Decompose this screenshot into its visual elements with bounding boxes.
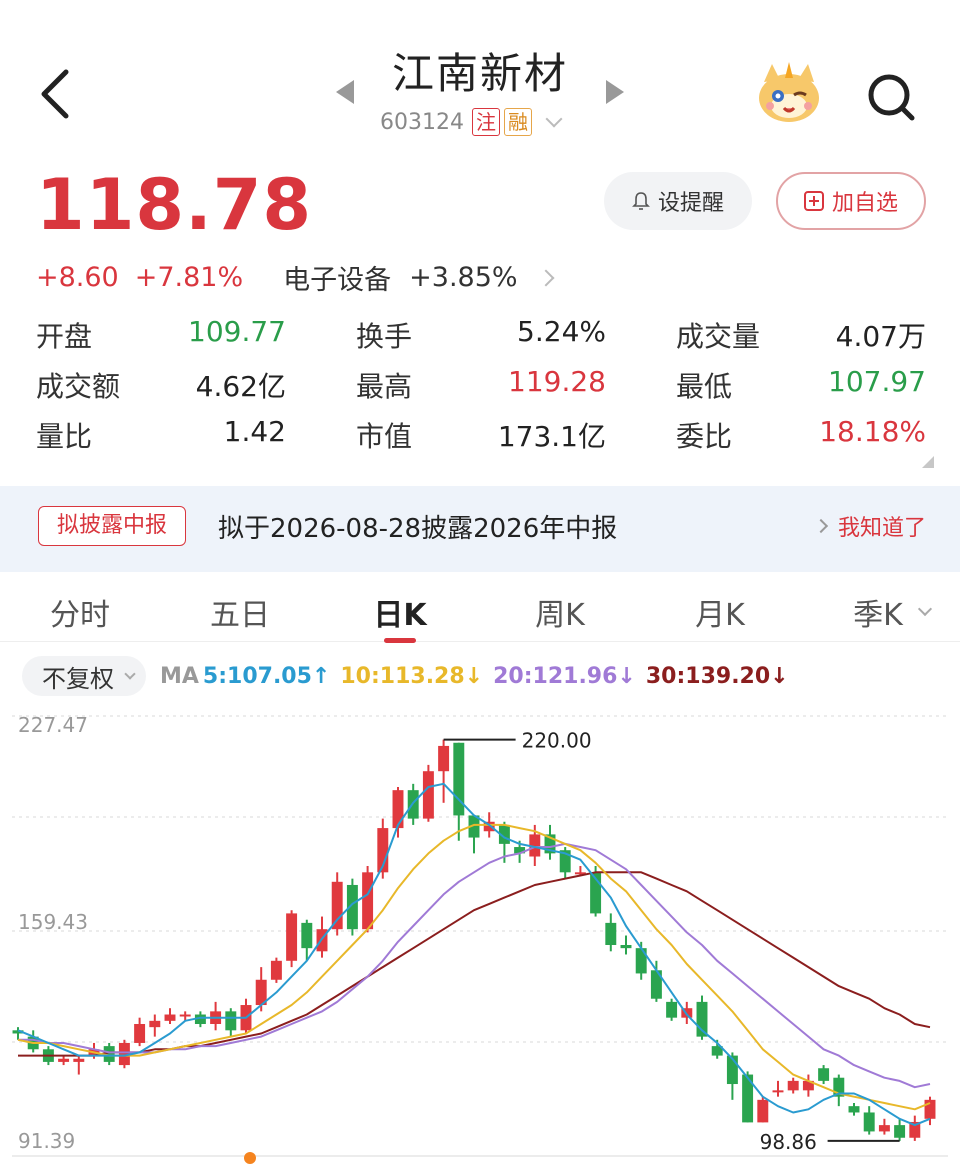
candle-body (757, 1099, 769, 1123)
last-price: 118.78 (36, 164, 313, 246)
tab-monthly-k[interactable]: 月K (660, 590, 780, 634)
candle-body (225, 1011, 237, 1031)
candles-group (12, 739, 936, 1141)
stock-header: 江南新材 603124 注 融 (0, 0, 960, 160)
candle-body (878, 1125, 890, 1132)
candle-body (286, 913, 298, 961)
disclosure-notice-bar: 拟披露中报 拟于2026-08-28披露2026年中报 我知道了 (0, 486, 960, 572)
dismiss-notice-link[interactable]: 我知道了 (813, 510, 927, 542)
tab-intraday[interactable]: 分时 (20, 590, 140, 634)
candle-body (392, 790, 404, 829)
low-annotation: 98.86 (760, 1130, 817, 1154)
expand-corner-icon[interactable] (922, 456, 934, 468)
candle-body (164, 1014, 176, 1021)
time-marker-dot[interactable] (244, 1152, 256, 1164)
sector-change-pct[interactable]: +3.85% (409, 262, 517, 293)
registered-tag: 注 (471, 108, 500, 136)
chevron-down-icon[interactable] (545, 110, 563, 128)
quote-stats-grid: 开盘 109.77 换手 5.24% 成交量 4.07万 成交额 4.62亿 最高 119… (36, 310, 926, 460)
tab-daily-k[interactable]: 日K (340, 590, 460, 634)
ma10-line (17, 823, 931, 1111)
stats-row: 量比 1.42 市值 173.1亿 委比 18.18% (36, 410, 926, 460)
change-row: +8.60 +7.81% 电子设备 +3.85% (36, 258, 555, 297)
next-stock-arrow-icon[interactable] (606, 80, 624, 104)
tab-five-day[interactable]: 五日 (180, 590, 300, 634)
stock-code-row[interactable]: 603124 注 融 (380, 108, 563, 136)
ma-legend-row: 不复权 MA 5:107.05↑ 10:113.28↓ 20:121.96↓ 3… (22, 656, 789, 696)
candle-body (179, 1014, 191, 1017)
candle-body (666, 1001, 678, 1018)
ma30-value: 30:139.20↓ (645, 663, 789, 689)
stat-low: 最低 107.97 (676, 365, 926, 403)
price-change: +8.60 (36, 262, 119, 293)
margin-tag: 融 (503, 108, 532, 136)
back-arrow-icon[interactable] (36, 68, 76, 120)
ma-label: MA (160, 663, 199, 689)
candle-body (924, 1099, 936, 1119)
dismiss-notice-label: 我知道了 (838, 516, 927, 541)
high-annotation: 220.00 (522, 729, 592, 753)
candle-body (331, 881, 343, 930)
adjust-dropdown[interactable]: 不复权 (22, 656, 146, 696)
sector-name[interactable]: 电子设备 (283, 258, 391, 297)
stat-order-ratio: 委比 18.18% (676, 415, 926, 453)
add-box-icon (803, 191, 824, 211)
tab-weekly-k[interactable]: 周K (500, 590, 620, 634)
candle-body (362, 872, 374, 930)
candle-body (58, 1058, 70, 1062)
set-alert-button[interactable]: 设提醒 (604, 172, 752, 230)
y-label-bottom: 91.39 (18, 1129, 75, 1153)
candle-body (787, 1080, 799, 1091)
stat-volume-ratio: 量比 1.42 (36, 415, 286, 453)
add-watchlist-label: 加自选 (831, 191, 898, 216)
candle-body (848, 1106, 860, 1113)
candle-body (818, 1068, 830, 1081)
candle-body (635, 948, 647, 974)
candle-body (863, 1112, 875, 1132)
candle-body (620, 944, 632, 949)
stat-high: 最高 119.28 (356, 365, 606, 403)
chevron-right-icon[interactable] (537, 269, 555, 286)
ma10-value: 10:113.28↓ (340, 663, 484, 689)
ma20-line (18, 842, 931, 1089)
disclosure-tag: 拟披露中报 (38, 506, 187, 546)
candle-body (422, 771, 434, 819)
price-change-pct: +7.81% (134, 262, 244, 293)
add-watchlist-button[interactable]: 加自选 (776, 172, 926, 230)
chevron-right-icon (813, 518, 829, 534)
candle-body (301, 922, 313, 949)
candle-body (438, 745, 450, 772)
period-tabs: 分时 五日 日K 周K 月K 季K (0, 582, 960, 643)
y-label-top: 227.47 (18, 713, 88, 737)
candle-body (134, 1023, 146, 1043)
search-icon[interactable] (864, 70, 918, 124)
bell-icon (632, 192, 650, 210)
candle-body (894, 1125, 906, 1138)
chevron-down-icon (124, 668, 136, 680)
active-tab-indicator (384, 638, 416, 643)
stats-row: 成交额 4.62亿 最高 119.28 最低 107.97 (36, 360, 926, 410)
candle-body (605, 922, 617, 945)
stat-amount: 成交额 4.62亿 (36, 370, 286, 403)
ma5-value: 5:107.05↑ (202, 663, 331, 689)
candle-body (772, 1090, 784, 1093)
candle-body (149, 1020, 161, 1028)
stats-row: 开盘 109.77 换手 5.24% 成交量 4.07万 (36, 310, 926, 360)
set-alert-label: 设提醒 (657, 191, 724, 216)
candle-body (270, 960, 282, 980)
candlestick-chart[interactable]: 227.47 159.43 91.39 220.00 98.86 (0, 700, 960, 1166)
ma20-value: 20:121.96↓ (493, 663, 636, 689)
stat-volume: 成交量 4.07万 (676, 320, 926, 353)
stock-code: 603124 (380, 109, 464, 135)
y-label-mid: 159.43 (18, 910, 88, 934)
disclosure-text: 拟于2026-08-28披露2026年中报 (218, 514, 618, 544)
stat-turnover: 换手 5.24% (356, 315, 606, 353)
mascot-icon[interactable] (756, 62, 822, 124)
stat-open: 开盘 109.77 (36, 315, 286, 353)
candle-body (73, 1058, 85, 1062)
adjust-label: 不复权 (42, 664, 114, 693)
stat-market-cap: 市值 173.1亿 (356, 420, 606, 453)
